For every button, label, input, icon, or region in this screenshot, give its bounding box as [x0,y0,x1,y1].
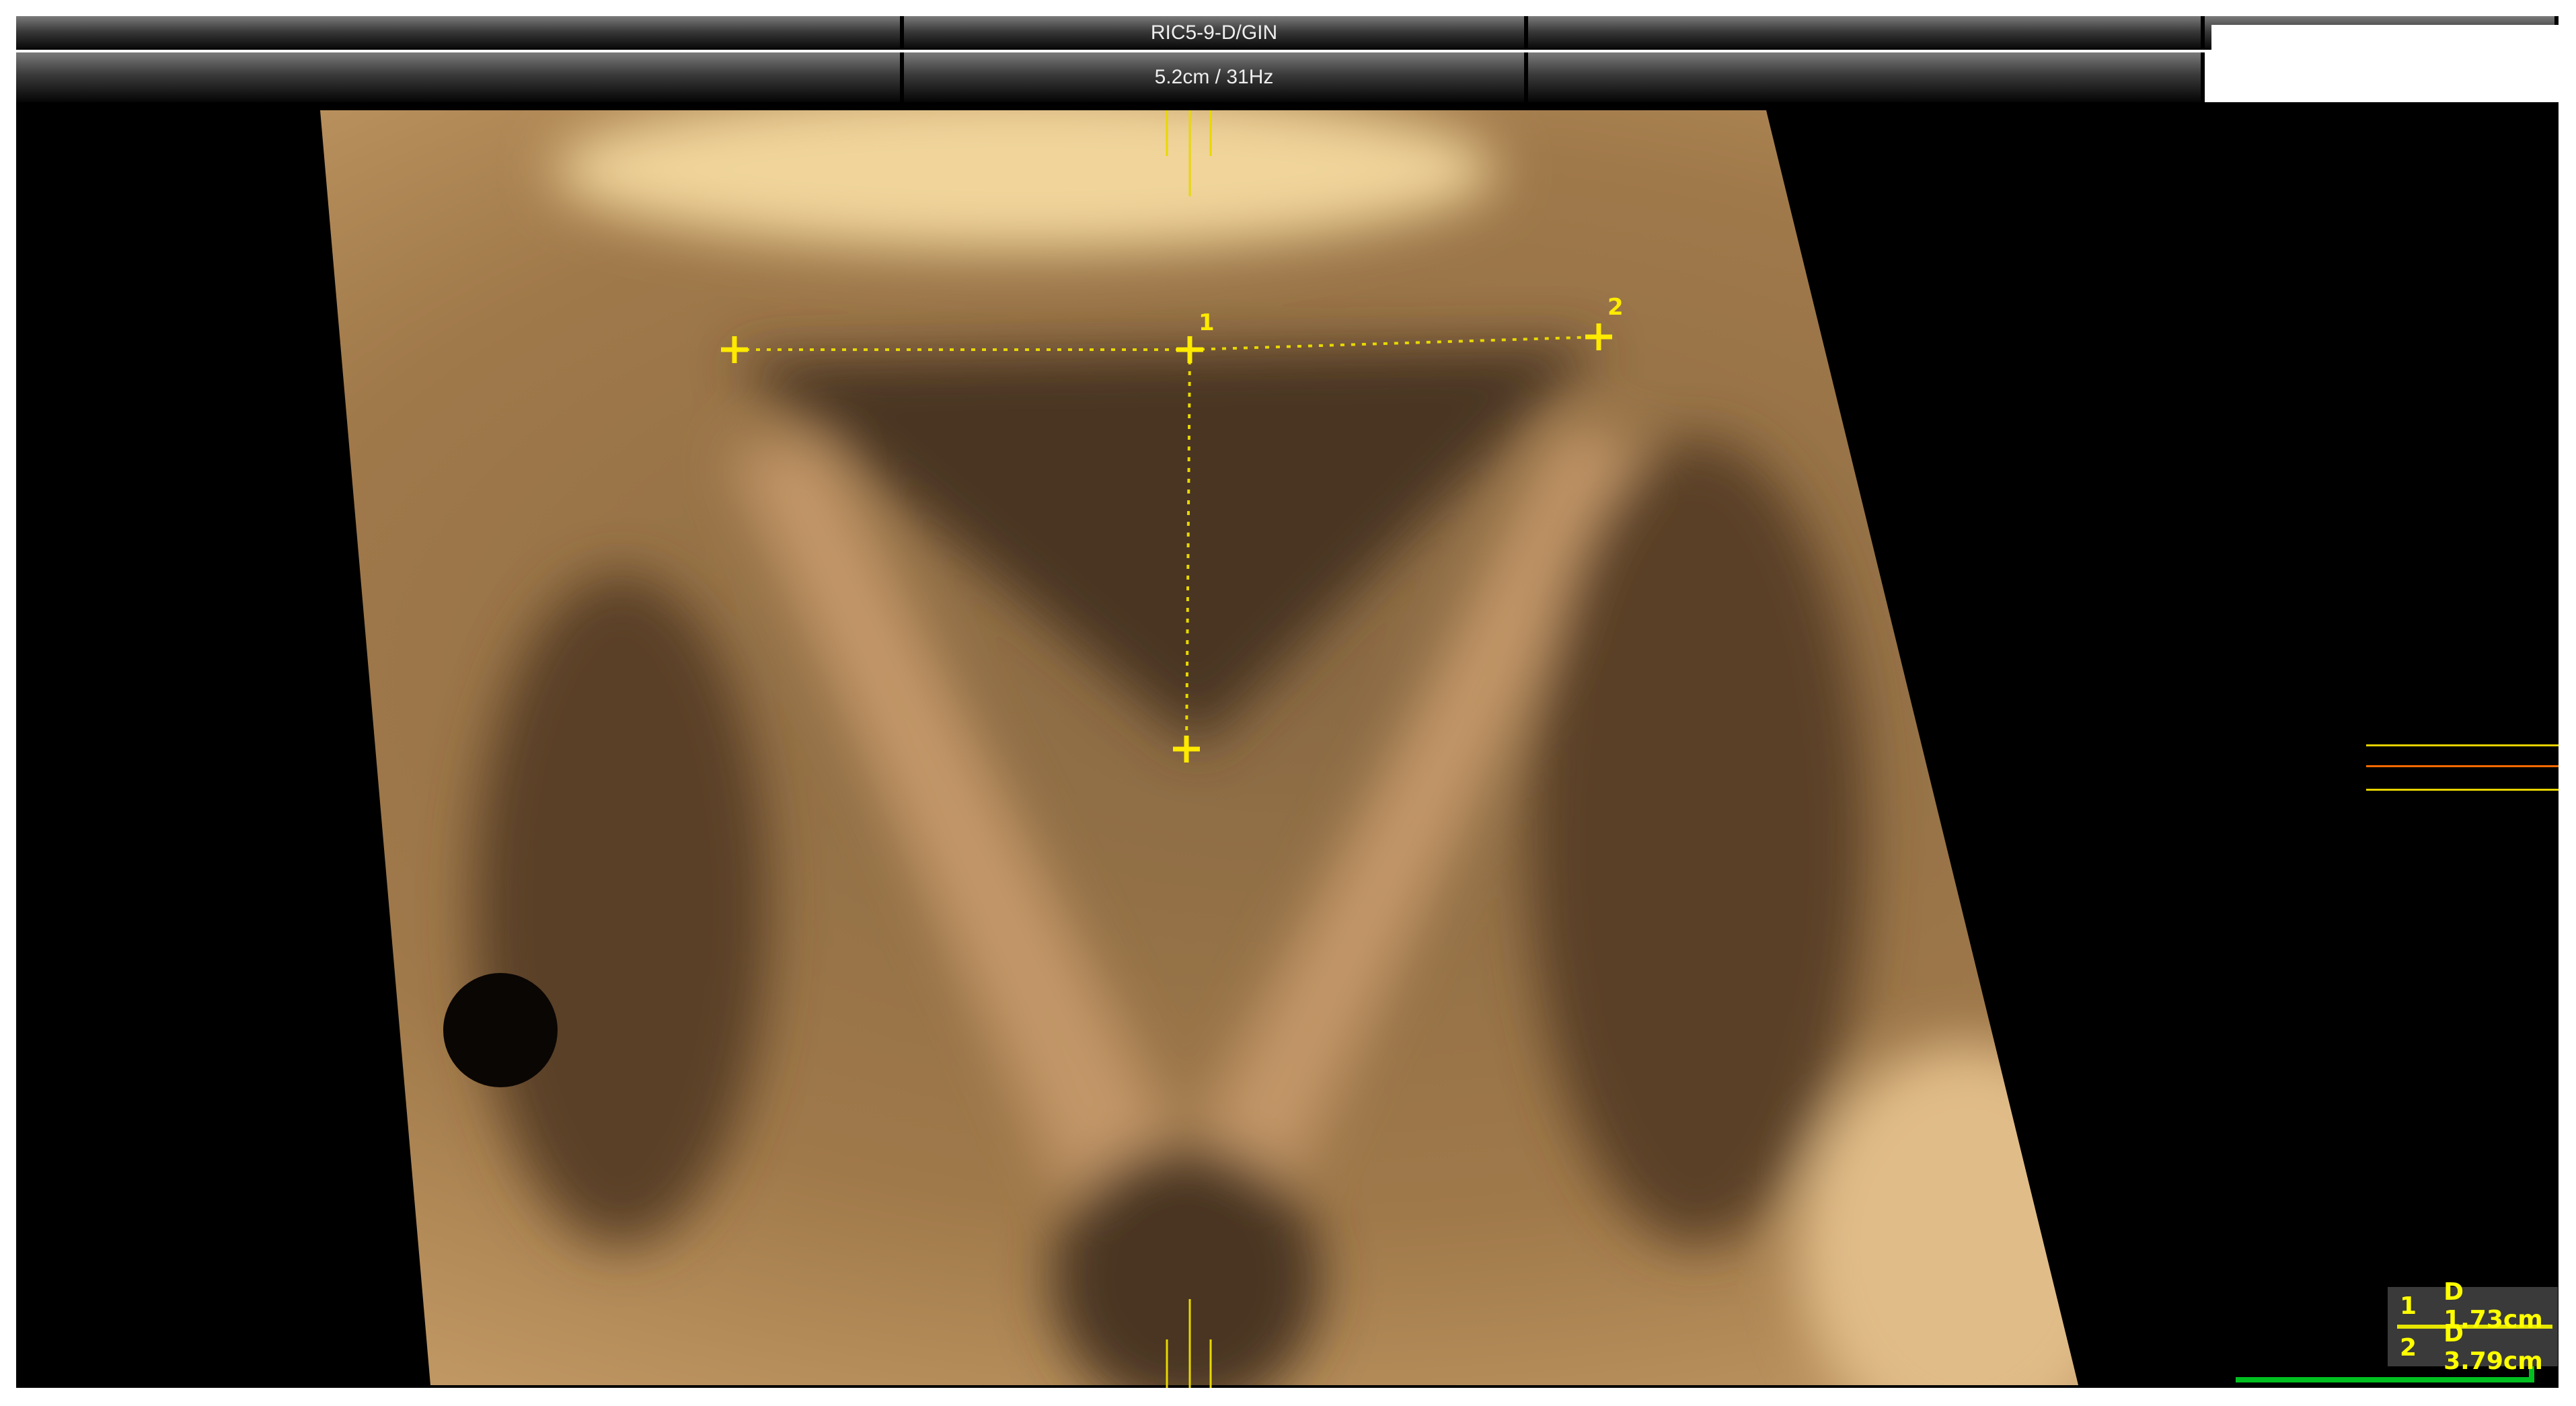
header-cell [1528,52,2205,102]
header-cell [16,52,904,102]
header-cell [1528,16,2205,50]
result-index: 1 [2400,1292,2417,1320]
position-indicator-arrow [2366,765,2559,767]
indicator-line [2366,789,2559,791]
result-value: D 3.79cm [2444,1320,2543,1375]
result-index: 2 [2400,1333,2417,1362]
depth-frequency-label: 5.2cm / 31Hz [904,52,1528,102]
probe-label: RIC5-9-D/GIN [904,16,1528,50]
marker-label-2: 2 [1607,294,1624,321]
header-cell [16,16,904,50]
result-row: 2 D 3.79cm [2388,1320,2558,1375]
result-row: 1 D 1.73cm [2388,1278,2558,1333]
ultrasound-viewport[interactable]: 1 2 [16,102,2559,1388]
ultrasound-render [320,110,2534,1388]
measurement-results: 1 D 1.73cm 2 D 3.79cm [2388,1278,2558,1375]
indicator-line [2366,744,2559,746]
marker-label-1: 1 [1199,309,1215,336]
